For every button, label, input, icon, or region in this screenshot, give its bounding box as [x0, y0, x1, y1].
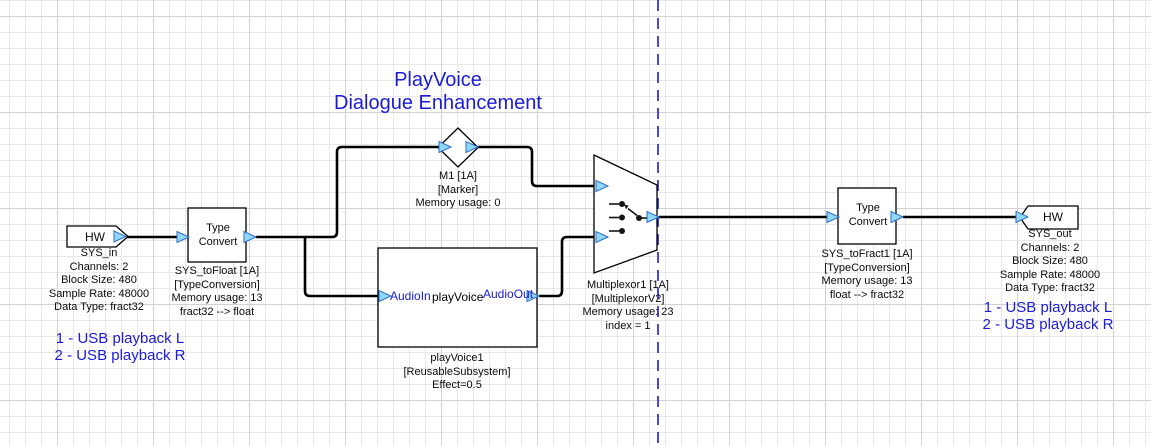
sysin-prop: Block Size: 480: [49, 274, 149, 288]
sysout-name: SYS_out: [1000, 228, 1100, 242]
multiplexor-info: Memory usage: 23: [582, 306, 673, 320]
schematic-canvas[interactable]: PlayVoice Dialogue Enhancement HW SYS_in…: [0, 0, 1151, 446]
sysout-prop: Data Type: fract32: [1000, 282, 1100, 296]
typeconvert2-inner-label: Type Convert: [849, 202, 888, 229]
playvoice-info-label: playVoice1 [ReusableSubsystem] Effect=0.…: [404, 352, 511, 393]
multiplexor-info: Multiplexor1 [1A]: [582, 279, 673, 293]
sysout-channel: 2 - USB playback R: [983, 316, 1114, 333]
typeconvert2-info: [TypeConversion]: [821, 262, 912, 276]
typeconvert1-line1: Type: [199, 222, 238, 236]
playvoice-audioout-label: AudioOut: [483, 287, 533, 301]
playvoice-info: playVoice1: [404, 352, 511, 366]
typeconvert2-info: SYS_toFract1 [1A]: [821, 248, 912, 262]
sysin-prop: Channels: 2: [49, 261, 149, 275]
wire-typeconvert-to-marker[interactable]: [256, 147, 439, 237]
sysout-prop: Sample Rate: 48000: [1000, 269, 1100, 283]
typeconvert1-output-port-icon[interactable]: [244, 232, 256, 243]
sysin-name: SYS_in: [49, 247, 149, 261]
sysout-channel-list: 1 - USB playback L 2 - USB playback R: [983, 299, 1114, 333]
sysout-prop: Block Size: 480: [1000, 255, 1100, 269]
diagram-title: PlayVoice Dialogue Enhancement: [334, 69, 542, 115]
sysin-hw-label: HW: [85, 230, 105, 244]
sysout-info-label: SYS_out Channels: 2 Block Size: 480 Samp…: [1000, 228, 1100, 296]
sysout-hw-label: HW: [1043, 210, 1063, 224]
wire-branch-to-playvoice[interactable]: [305, 237, 379, 296]
typeconvert1-info: Memory usage: 13: [171, 292, 262, 306]
typeconvert1-input-port-icon[interactable]: [177, 232, 189, 243]
multiplexor-info-label: Multiplexor1 [1A] [MultiplexorV2] Memory…: [582, 279, 673, 333]
multiplexor-info: index = 1: [582, 320, 673, 334]
typeconvert2-info: float --> fract32: [821, 289, 912, 303]
typeconvert1-info: fract32 --> float: [171, 306, 262, 320]
typeconvert1-line2: Convert: [199, 236, 238, 250]
marker-info-label: M1 [1A] [Marker] Memory usage: 0: [416, 170, 501, 211]
typeconvert2-output-port-icon[interactable]: [891, 212, 903, 223]
typeconvert2-line1: Type: [849, 202, 888, 216]
marker-info: Memory usage: 0: [416, 197, 501, 211]
sysin-channel-list: 1 - USB playback L 2 - USB playback R: [55, 330, 186, 364]
diagram-shapes-layer: [0, 0, 1151, 446]
typeconvert1-inner-label: Type Convert: [199, 222, 238, 249]
marker-info: [Marker]: [416, 184, 501, 198]
sysin-prop: Data Type: fract32: [49, 301, 149, 315]
sysin-channel: 2 - USB playback R: [55, 347, 186, 364]
sysout-prop: Channels: 2: [1000, 242, 1100, 256]
sysin-channel: 1 - USB playback L: [55, 330, 186, 347]
typeconvert2-info-label: SYS_toFract1 [1A] [TypeConversion] Memor…: [821, 248, 912, 302]
playvoice-audioin-label: AudioIn: [390, 289, 431, 303]
sysin-prop: Sample Rate: 48000: [49, 288, 149, 302]
playvoice-inner-label: playVoice: [432, 290, 483, 304]
sysout-channel: 1 - USB playback L: [983, 299, 1114, 316]
sysin-info-label: SYS_in Channels: 2 Block Size: 480 Sampl…: [49, 247, 149, 315]
marker-info: M1 [1A]: [416, 170, 501, 184]
typeconvert2-info: Memory usage: 13: [821, 275, 912, 289]
typeconvert1-info: [TypeConversion]: [171, 279, 262, 293]
typeconvert1-info-label: SYS_toFloat [1A] [TypeConversion] Memory…: [171, 265, 262, 319]
playvoice-info: [ReusableSubsystem]: [404, 366, 511, 380]
playvoice-info: Effect=0.5: [404, 379, 511, 393]
typeconvert1-info: SYS_toFloat [1A]: [171, 265, 262, 279]
diagram-title-line2: Dialogue Enhancement: [334, 92, 542, 115]
typeconvert2-line2: Convert: [849, 216, 888, 230]
typeconvert2-input-port-icon[interactable]: [827, 212, 839, 223]
diagram-title-line1: PlayVoice: [334, 69, 542, 92]
multiplexor-info: [MultiplexorV2]: [582, 293, 673, 307]
